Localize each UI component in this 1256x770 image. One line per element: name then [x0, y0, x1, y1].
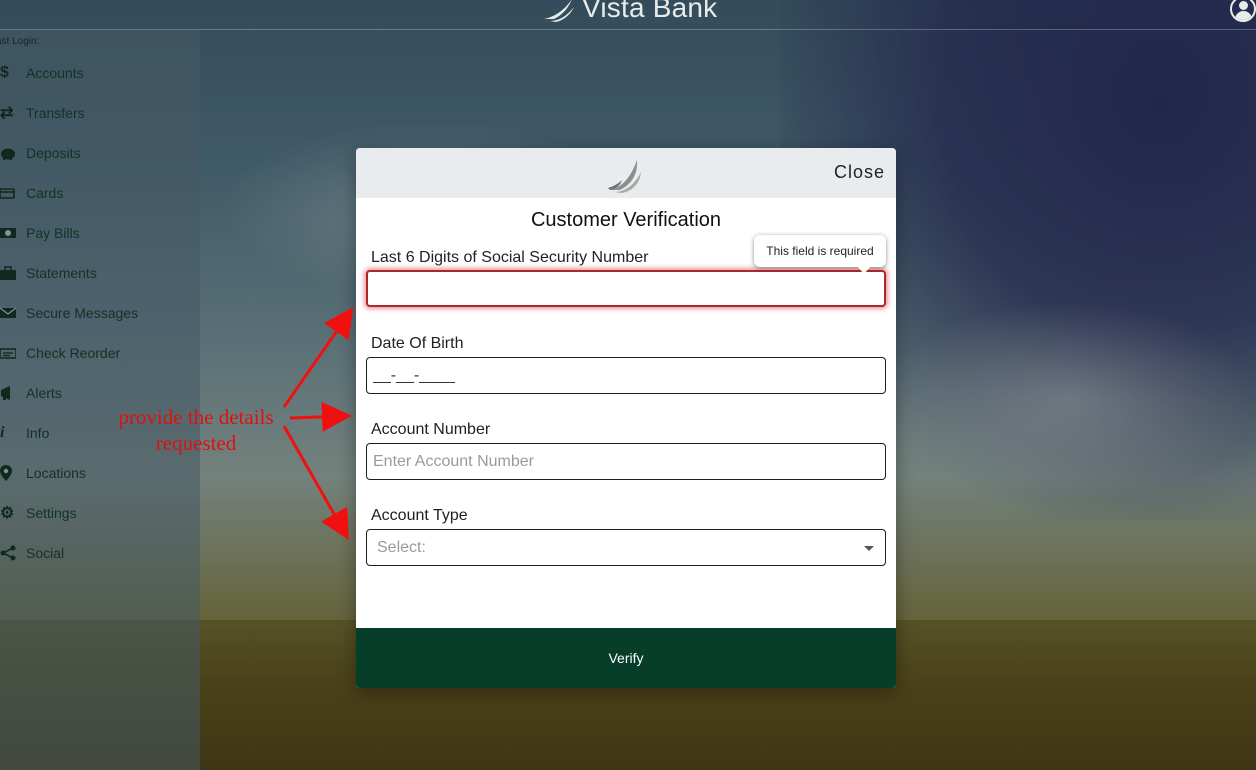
- ssn-label: Last 6 Digits of Social Security Number: [371, 249, 649, 266]
- brand-logo[interactable]: Vista Bank: [542, 0, 717, 25]
- cards-icon: [0, 186, 26, 200]
- briefcase-icon: [0, 266, 26, 280]
- annotation-line-1: provide the details: [118, 405, 274, 429]
- dob-label: Date Of Birth: [371, 335, 464, 352]
- sidebar-item-label: Transfers: [26, 105, 85, 121]
- eagle-logo-icon: [608, 160, 641, 193]
- chevron-down-icon: [864, 546, 874, 551]
- dollar-icon: $: [0, 64, 9, 81]
- sidebar-item-label: Settings: [26, 505, 77, 521]
- share-icon: [0, 545, 26, 561]
- annotation-text: provide the details requested: [104, 404, 288, 456]
- sidebar-item-label: Pay Bills: [26, 225, 80, 241]
- error-tooltip: This field is required: [754, 235, 886, 274]
- sidebar-item-label: Statements: [26, 265, 97, 281]
- sidebar-item-label: Cards: [26, 185, 64, 201]
- sidebar-nav: $ Accounts ⇄ Transfers Deposits Cards Pa…: [0, 53, 200, 573]
- modal-header: Close: [356, 148, 896, 198]
- account-number-input[interactable]: [366, 443, 886, 480]
- piggy-bank-icon: [0, 146, 26, 160]
- sidebar-item-locations[interactable]: Locations: [0, 453, 200, 493]
- sidebar-item-label: Deposits: [26, 145, 81, 161]
- gear-icon: ⚙: [0, 505, 15, 522]
- sidebar-item-cards[interactable]: Cards: [0, 173, 200, 213]
- sidebar-item-check-reorder[interactable]: Check Reorder: [0, 333, 200, 373]
- sidebar-item-settings[interactable]: ⚙ Settings: [0, 493, 200, 533]
- sidebar-item-label: Social: [26, 545, 65, 561]
- info-icon: i: [0, 424, 5, 441]
- check-icon: [0, 347, 26, 359]
- money-icon: [0, 227, 26, 239]
- dob-input[interactable]: [366, 357, 886, 394]
- account-number-label: Account Number: [371, 421, 491, 438]
- close-button[interactable]: Close: [834, 162, 885, 183]
- top-header: Vista Bank: [0, 0, 1256, 30]
- sidebar-item-accounts[interactable]: $ Accounts: [0, 53, 200, 93]
- sidebar-item-label: Check Reorder: [26, 345, 121, 361]
- account-type-selected: Select:: [377, 538, 426, 556]
- envelope-icon: [0, 307, 26, 319]
- account-type-select[interactable]: Select:: [366, 529, 886, 566]
- verify-button[interactable]: Verify: [356, 628, 896, 688]
- annotation-line-2: requested: [155, 431, 237, 455]
- bullhorn-icon: [0, 386, 26, 400]
- sidebar-item-label: Accounts: [26, 65, 84, 81]
- sidebar-item-statements[interactable]: Statements: [0, 253, 200, 293]
- sidebar: ast Login: $ Accounts ⇄ Transfers Deposi…: [0, 30, 200, 770]
- sidebar-item-pay-bills[interactable]: Pay Bills: [0, 213, 200, 253]
- transfer-icon: ⇄: [0, 105, 14, 122]
- sidebar-item-label: Locations: [26, 465, 86, 481]
- eagle-logo-icon: [544, 0, 574, 22]
- sidebar-item-label: Info: [26, 425, 50, 441]
- customer-verification-modal: Close Customer Verification Last 6 Digit…: [356, 148, 896, 688]
- account-type-label: Account Type: [371, 507, 468, 524]
- map-pin-icon: [0, 465, 26, 481]
- sidebar-item-transfers[interactable]: ⇄ Transfers: [0, 93, 200, 133]
- last-login-label: ast Login:: [0, 36, 40, 47]
- brand-name: Vista Bank: [582, 0, 718, 23]
- sidebar-item-label: Alerts: [26, 385, 62, 401]
- sidebar-item-social[interactable]: Social: [0, 533, 200, 573]
- sidebar-item-deposits[interactable]: Deposits: [0, 133, 200, 173]
- sidebar-item-label: Secure Messages: [26, 305, 139, 321]
- sidebar-item-secure-messages[interactable]: Secure Messages: [0, 293, 200, 333]
- ssn-input[interactable]: [366, 270, 886, 307]
- user-icon[interactable]: [1230, 0, 1256, 22]
- modal-title: Customer Verification: [530, 209, 722, 231]
